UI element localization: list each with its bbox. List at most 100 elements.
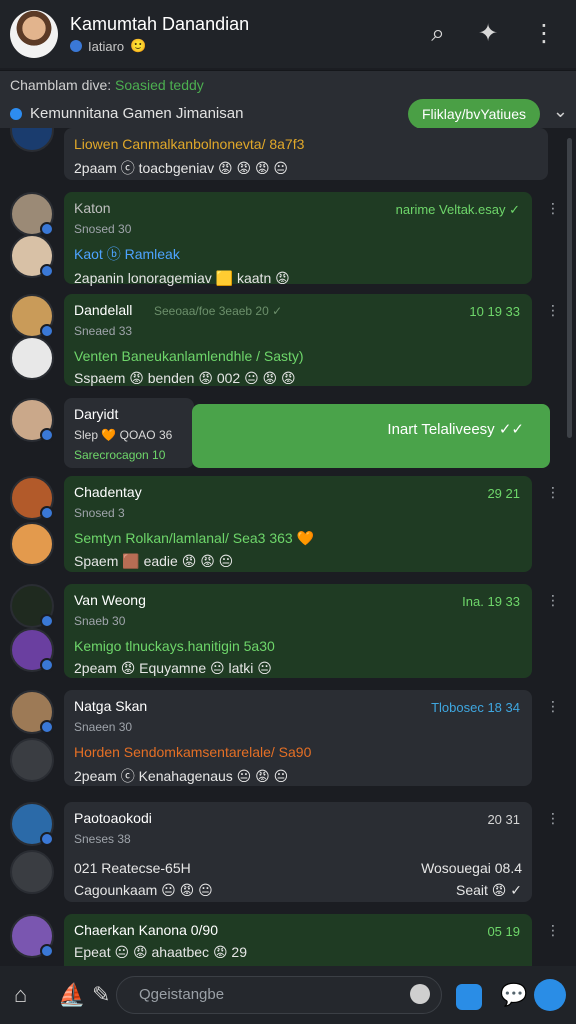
message-bubble: Natga Skan Snaeen 30 Horden Sendomkamsen… (64, 690, 532, 786)
message-bubble: Dandelall Sneaed 33 Venten Baneukanlamle… (64, 294, 532, 386)
channel-name: Kemunnitana Gamen Jimanisan (30, 105, 244, 122)
message-text: Venten Baneukanlamlendhle / Sasty) (74, 348, 304, 364)
puzzle-icon[interactable]: ✦ (472, 18, 504, 50)
message-time: 29 21 (487, 486, 520, 501)
message-reactions: Sspaem 😡 benden 😡 002 😐 😡 😡 (74, 370, 296, 386)
message-reactions: Epeat 😐 😡 ahaatbec 😡 29 (74, 944, 247, 960)
verified-icon (40, 614, 54, 628)
message-bubble: Van Weong Snaeb 30 Kemigo tlnuckays.hani… (64, 584, 532, 678)
message-bubble: Chadentay Snosed 3 Semtyn Rolkan/lamlana… (64, 476, 532, 572)
message-reactions: 2apanin lonoragemiav 🟨 kaatn 😡 (74, 270, 290, 286)
home-icon[interactable]: ⌂ (14, 982, 27, 1008)
message-time: narime Veltak.esay ✓ (395, 202, 520, 217)
message-bubble: Liowen Canmalkanbolnonevta/ 8a7f3 2paam … (64, 128, 548, 180)
message-inline: Seeoaa/foe 3eaeb 20 ✓ (154, 304, 283, 318)
message-time: Ina. 19 33 (462, 594, 520, 609)
page-title: Kamumtah Danandian (70, 14, 250, 34)
message-bubble: Paotoaokodi Sneses 38 021 Reatecse-65H W… (64, 802, 532, 902)
profile-button[interactable] (534, 979, 566, 1011)
avatar (10, 234, 54, 278)
camera-icon[interactable] (456, 984, 482, 1010)
avatar (10, 584, 54, 628)
message-meta: Sneses 38 (74, 832, 131, 846)
message-text: Semtyn Rolkan/lamlanal/ Sea3 363 🧡 (74, 530, 315, 546)
message-text: Liowen Canmalkanbolnonevta/ 8a7f3 (74, 136, 305, 152)
verified-icon (40, 222, 54, 236)
more-icon[interactable]: ⋮ (546, 484, 560, 501)
sent-message-bubble[interactable]: Inart Telaliveesy ✓✓ (192, 404, 550, 468)
avatar (10, 294, 54, 338)
search-icon[interactable]: ⌕ (422, 18, 454, 50)
boat-icon[interactable]: ⛵ (58, 982, 85, 1008)
verified-icon (40, 264, 54, 278)
footer-bar: ⌂ ⛵ ✎ Qgeistangbe 💬 (0, 966, 576, 1024)
message-text: Horden Sendomkamsentarelale/ Sa90 (74, 744, 312, 760)
chevron-down-icon[interactable]: ⌄ (553, 101, 568, 122)
more-icon[interactable]: ⋮ (528, 18, 560, 50)
avatar (10, 628, 54, 672)
more-icon[interactable]: ⋮ (546, 592, 560, 609)
verified-icon (40, 506, 54, 520)
message-reactions: 2peam ⓒ Kenahagenaus 😐 😡 😐 (74, 768, 289, 784)
avatar (10, 738, 54, 782)
emoji-icon[interactable] (410, 984, 430, 1004)
scrollbar[interactable] (567, 138, 572, 438)
verified-icon (40, 944, 54, 958)
channel-icon (10, 107, 22, 120)
more-icon[interactable]: ⋮ (546, 200, 560, 217)
message-feed[interactable]: Liowen Canmalkanbolnonevta/ 8a7f3 2paam … (0, 128, 576, 968)
message-text-right: Wosouegai 08.4 (421, 860, 522, 876)
verified-icon (40, 720, 54, 734)
message-reaction-row: Cagounkaam 😐 😡 😐 Seait 😡 ✓ (74, 882, 522, 899)
verified-icon (40, 324, 54, 338)
avatar (10, 690, 54, 734)
avatar (10, 336, 54, 380)
more-icon[interactable]: ⋮ (546, 810, 560, 827)
sender-name: Chadentay (74, 484, 142, 500)
avatar (10, 914, 54, 958)
channel-action-button[interactable]: Fliklay/bvYatiues (408, 99, 540, 129)
sender-name: Dandelall (74, 302, 133, 318)
verified-icon (70, 40, 82, 52)
more-icon[interactable]: ⋮ (546, 698, 560, 715)
emoji-icon: 🙂 (130, 38, 147, 53)
avatar (10, 128, 54, 152)
avatar (10, 192, 54, 236)
message-reactions: Spaem 🟫 eadie 😡 😡 😐 (74, 553, 234, 569)
profile-avatar[interactable] (10, 10, 58, 58)
message-time: 20 31 (487, 812, 520, 827)
sender-name: Van Weong (74, 592, 146, 608)
sender-name: Daryidt (74, 406, 119, 422)
message-meta: Sneaed 33 (74, 324, 133, 338)
search-placeholder: Qgeistangbe (139, 986, 225, 1003)
header: Kamumtah Danandian Iatiaro 🙂 ⌕ ✦ ⋮ (0, 0, 576, 68)
sender-name: Paotoaokodi (74, 810, 152, 826)
message-meta: Sarecrocagon 10 (74, 448, 166, 462)
avatar (10, 398, 54, 442)
message-reactions: 2paam ⓒ toacbgeniav 😡 😡 😡 😐 (74, 160, 289, 176)
message-meta: Snaeen 30 (74, 720, 133, 734)
sender-subname: Kaot ⓑ Ramleak (74, 246, 180, 262)
channel-bar: Chamblam dive: Soasied teddy Kemunnitana… (0, 70, 576, 129)
search-input[interactable]: Qgeistangbe (116, 976, 442, 1014)
subtitle-text: Iatiaro (88, 38, 125, 54)
message-time: 05 19 (487, 924, 520, 939)
chat-icon[interactable]: 💬 (500, 982, 527, 1008)
message-line: 021 Reatecse-65H Wosouegai 08.4 (74, 860, 522, 876)
more-icon[interactable]: ⋮ (546, 302, 560, 319)
channel-line1: Chamblam dive: Soasied teddy (10, 77, 204, 93)
verified-icon (40, 658, 54, 672)
avatar (10, 522, 54, 566)
message-text: 021 Reatecse-65H (74, 860, 191, 876)
avatar (10, 476, 54, 520)
channel-line2[interactable]: Kemunnitana Gamen Jimanisan (10, 105, 243, 122)
channel-accent: Soasied teddy (115, 77, 204, 93)
message-reactions: 2peam 😡 Equyamne 😐 latki 😐 (74, 660, 272, 676)
sender-name: Chaerkan Kanona 0/90 (74, 922, 218, 938)
verified-icon (40, 832, 54, 846)
channel-prefix: Chamblam dive: (10, 77, 112, 93)
message-meta: Snosed 3 (74, 506, 125, 520)
message-bubble: Chaerkan Kanona 0/90 Epeat 😐 😡 ahaatbec … (64, 914, 532, 968)
pencil-icon[interactable]: ✎ (92, 982, 110, 1008)
more-icon[interactable]: ⋮ (546, 922, 560, 939)
